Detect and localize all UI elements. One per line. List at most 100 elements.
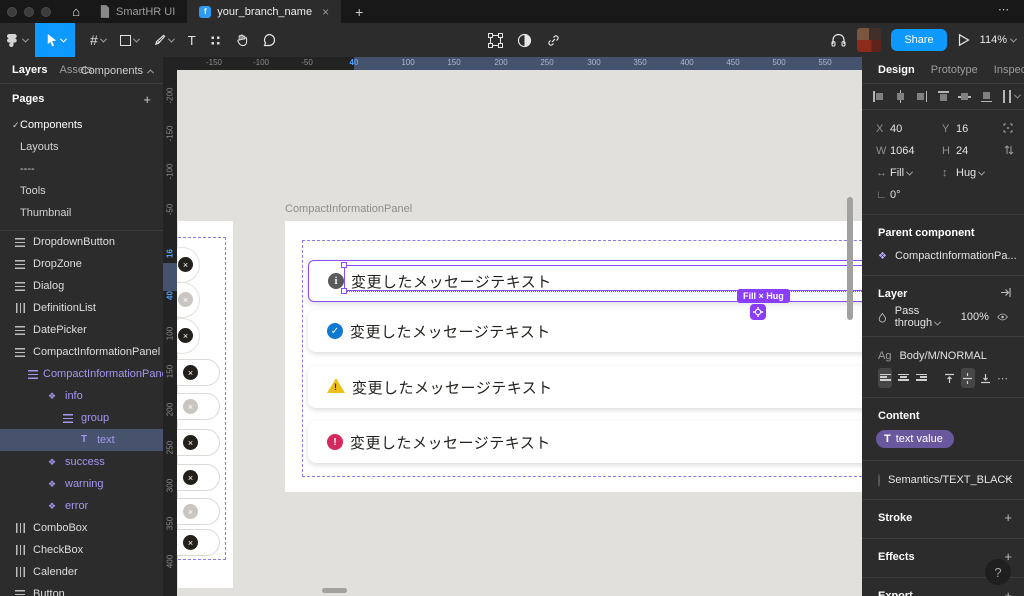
autolayout-settings-button[interactable] xyxy=(750,304,766,320)
selection-handle[interactable] xyxy=(341,262,347,268)
add-export-button[interactable]: + xyxy=(1004,588,1012,596)
close-icon[interactable]: × xyxy=(183,535,198,550)
align-horizontal-center-icon[interactable] xyxy=(894,90,907,103)
message-card-success[interactable]: ✓変更したメッセージテキスト xyxy=(308,310,862,352)
text-align-right-button[interactable] xyxy=(914,368,928,388)
vertical-sizing-select[interactable]: Hug xyxy=(956,167,1008,179)
close-tab-icon[interactable]: × xyxy=(322,5,329,19)
align-left-icon[interactable] xyxy=(872,90,885,103)
layer-row-dropzone[interactable]: DropZone xyxy=(0,253,163,275)
canvas-vertical-scrollbar[interactable] xyxy=(847,197,853,320)
layer-row-text[interactable]: Ttext xyxy=(0,429,163,451)
tab-inspect[interactable]: Inspect xyxy=(994,64,1024,76)
selection-handle[interactable] xyxy=(341,288,347,294)
tab-layers[interactable]: Layers xyxy=(12,64,47,76)
text-align-left-button[interactable] xyxy=(878,368,892,388)
page-item-[interactable]: ---- xyxy=(0,158,163,180)
page-item-components[interactable]: ✓Components xyxy=(0,114,163,136)
new-tab-button[interactable]: + xyxy=(355,4,363,20)
blend-mode-select[interactable]: Pass through xyxy=(895,305,953,329)
headphones-icon[interactable] xyxy=(830,32,847,48)
avatar[interactable] xyxy=(857,28,881,52)
page-item-thumbnail[interactable]: Thumbnail xyxy=(0,202,163,224)
message-card-warning[interactable]: !変更したメッセージテキスト xyxy=(308,366,862,408)
layer-row-datepicker[interactable]: DatePicker xyxy=(0,319,163,341)
color-style-row[interactable]: Semantics/TEXT_BLACK xyxy=(862,469,1024,491)
link-icon[interactable] xyxy=(546,33,561,48)
align-bottom-icon[interactable] xyxy=(980,90,993,103)
hand-tool-button[interactable] xyxy=(228,23,255,57)
layer-row-dialog[interactable]: Dialog xyxy=(0,275,163,297)
height-input[interactable]: 24 xyxy=(956,145,1008,157)
frame-label[interactable]: CompactInformationPanel xyxy=(285,203,412,215)
canvas-horizontal-scrollbar[interactable] xyxy=(322,588,347,593)
constraints-target-icon[interactable] xyxy=(1002,122,1014,137)
message-card-error[interactable]: !変更したメッセージテキスト xyxy=(308,421,862,463)
neighbor-frame[interactable]: ××××××××× xyxy=(178,221,233,588)
layer-row-definitionlist[interactable]: DefinitionList xyxy=(0,297,163,319)
traffic-light-zoom[interactable] xyxy=(41,7,51,17)
comment-tool-button[interactable] xyxy=(255,23,283,57)
frame-tool-button[interactable]: # xyxy=(83,23,113,57)
home-icon[interactable]: ⌂ xyxy=(65,4,87,19)
close-icon[interactable]: × xyxy=(183,470,198,485)
opacity-input[interactable]: 100% xyxy=(961,311,989,323)
align-right-icon[interactable] xyxy=(915,90,928,103)
tab-design[interactable]: Design xyxy=(878,64,915,76)
layer-jump-icon[interactable] xyxy=(999,286,1012,302)
layer-row-combobox[interactable]: ComboBox xyxy=(0,517,163,539)
file-tab-your-branch[interactable]: f your_branch_name × xyxy=(187,0,341,23)
main-menu-button[interactable] xyxy=(0,23,35,57)
page-item-layouts[interactable]: Layouts xyxy=(0,136,163,158)
page-item-tools[interactable]: Tools xyxy=(0,180,163,202)
close-icon[interactable]: × xyxy=(183,435,198,450)
layer-row-error[interactable]: ❖error xyxy=(0,495,163,517)
layer-row-info[interactable]: ❖info xyxy=(0,385,163,407)
distribute-menu-icon[interactable] xyxy=(1001,90,1014,103)
y-input[interactable]: 16 xyxy=(956,123,1008,135)
layer-row-calender[interactable]: Calender xyxy=(0,561,163,583)
width-input[interactable]: 1064 xyxy=(890,145,942,157)
visibility-eye-icon[interactable] xyxy=(997,312,1008,322)
text-align-center-button[interactable] xyxy=(896,368,910,388)
present-play-icon[interactable] xyxy=(957,33,970,47)
color-swatch[interactable] xyxy=(878,474,880,487)
text-style-row[interactable]: Ag Body/M/NORMAL xyxy=(862,345,1024,367)
help-button[interactable]: ? xyxy=(985,559,1011,585)
layer-row-button[interactable]: Button xyxy=(0,583,163,596)
horizontal-sizing-select[interactable]: Fill xyxy=(890,167,942,179)
layer-row-success[interactable]: ❖success xyxy=(0,451,163,473)
traffic-light-close[interactable] xyxy=(7,7,17,17)
align-vertical-center-icon[interactable] xyxy=(958,90,971,103)
tab-prototype[interactable]: Prototype xyxy=(931,64,978,76)
file-tab-smarthr-ui[interactable]: SmartHR UI xyxy=(87,0,187,23)
layer-row-warning[interactable]: ❖warning xyxy=(0,473,163,495)
content-property-pill[interactable]: T text value xyxy=(876,430,954,448)
x-input[interactable]: 40 xyxy=(890,123,942,135)
layer-row-compactinformationpanel[interactable]: CompactInformationPanel xyxy=(0,341,163,363)
mask-icon[interactable] xyxy=(517,33,532,48)
traffic-light-minimize[interactable] xyxy=(24,7,34,17)
zoom-level-control[interactable]: 114% xyxy=(980,34,1016,46)
share-button[interactable]: Share xyxy=(891,29,946,51)
type-details-button[interactable]: ⋯ xyxy=(997,372,1008,385)
close-icon[interactable]: × xyxy=(178,328,193,343)
close-icon[interactable]: × xyxy=(183,365,198,380)
text-valign-middle-button[interactable] xyxy=(961,368,975,388)
layer-row-dropdownbutton[interactable]: DropdownButton xyxy=(0,231,163,253)
add-page-button[interactable]: + xyxy=(143,92,151,107)
swap-dimensions-icon[interactable] xyxy=(1004,144,1014,159)
text-valign-top-button[interactable] xyxy=(942,368,956,388)
layer-row-checkbox[interactable]: CheckBox xyxy=(0,539,163,561)
close-icon[interactable]: × xyxy=(178,292,193,307)
align-top-icon[interactable] xyxy=(937,90,950,103)
close-icon[interactable]: × xyxy=(183,504,198,519)
move-tool-button[interactable] xyxy=(35,23,75,57)
add-stroke-button[interactable]: + xyxy=(1004,510,1012,525)
window-menu-icon[interactable]: ⋯ xyxy=(998,3,1010,16)
layer-row-compactinformationpanel[interactable]: CompactInformationPanel xyxy=(0,363,163,385)
parent-component-row[interactable]: ❖ CompactInformationPa... xyxy=(862,245,1024,267)
layer-row-group[interactable]: group xyxy=(0,407,163,429)
close-icon[interactable]: × xyxy=(183,399,198,414)
edit-object-icon[interactable] xyxy=(488,33,503,48)
